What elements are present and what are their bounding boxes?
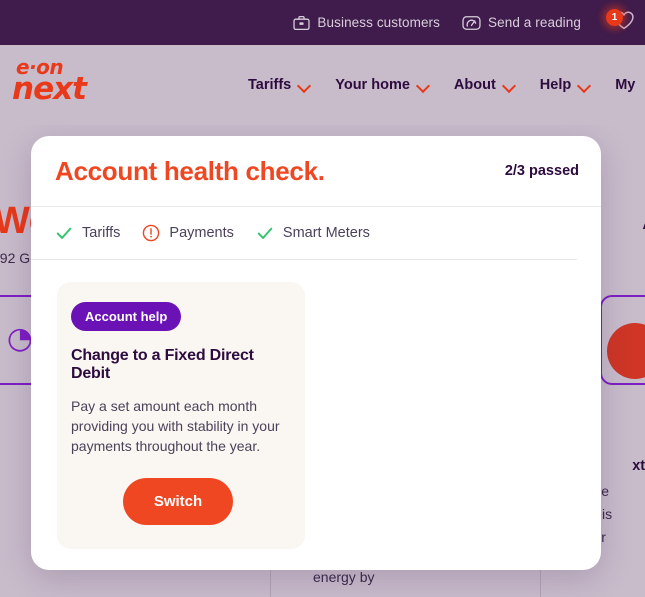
promo-body: Pay a set amount each month providing yo… bbox=[71, 398, 280, 454]
nav-item-your-home-label: Your home bbox=[335, 77, 410, 93]
check-icon bbox=[256, 224, 274, 242]
chevron-down-icon bbox=[417, 81, 430, 89]
send-a-reading-label: Send a reading bbox=[488, 15, 581, 30]
meter-icon: ◔ bbox=[6, 321, 33, 356]
nav-item-my-account-label: My bbox=[615, 77, 636, 93]
speedometer-icon bbox=[462, 15, 481, 31]
account-health-check-modal: Account health check. 2/3 passed Tariffs bbox=[31, 136, 601, 570]
nav-item-help[interactable]: Help bbox=[540, 77, 591, 93]
chevron-down-icon bbox=[578, 81, 591, 89]
modal-header: Account health check. 2/3 passed bbox=[31, 136, 601, 207]
status-summary-row: Tariffs Payments Smart Meters bbox=[31, 207, 577, 260]
promo-category-pill: Account help bbox=[71, 302, 182, 331]
favourites-button[interactable]: 1 bbox=[603, 8, 637, 38]
chevron-down-icon bbox=[503, 81, 516, 89]
nav-item-my-account[interactable]: My bbox=[615, 77, 635, 93]
briefcase-icon bbox=[293, 15, 311, 31]
modal-body: Account help Change to a Fixed Direct De… bbox=[31, 260, 601, 549]
nav-item-help-label: Help bbox=[539, 77, 572, 93]
favourites-badge-count: 1 bbox=[606, 8, 623, 26]
status-item-tariffs[interactable]: Tariffs bbox=[55, 224, 120, 242]
nav-item-about-label: About bbox=[453, 77, 496, 93]
passed-count-label: 2/3 passed bbox=[504, 163, 579, 179]
promo-title: Change to a Fixed Direct Debit bbox=[71, 347, 254, 382]
business-customers-label: Business customers bbox=[317, 15, 441, 30]
status-item-payments-label: Payments bbox=[169, 225, 234, 241]
bottom-cell-2-label: energy by bbox=[313, 569, 375, 585]
eon-next-logo[interactable]: e·on next bbox=[12, 57, 112, 113]
promo-action-row: Switch bbox=[71, 478, 285, 525]
utility-bar: Business customers Send a reading 1 bbox=[0, 0, 645, 45]
status-item-tariffs-label: Tariffs bbox=[82, 225, 121, 241]
switch-button[interactable]: Switch bbox=[122, 478, 234, 525]
main-navigation: Tariffs Your home About Help My bbox=[248, 45, 635, 125]
send-a-reading-link[interactable]: Send a reading bbox=[462, 15, 581, 31]
account-subline: 192 G bbox=[0, 250, 31, 266]
status-item-smart-meters[interactable]: Smart Meters bbox=[256, 224, 370, 242]
nav-item-tariffs[interactable]: Tariffs bbox=[248, 77, 311, 93]
modal-title: Account health check. bbox=[55, 155, 325, 186]
business-customers-link[interactable]: Business customers bbox=[293, 15, 440, 31]
next-payment-title: xt paym bbox=[632, 458, 645, 474]
nav-item-about[interactable]: About bbox=[454, 77, 516, 93]
check-icon bbox=[55, 224, 73, 242]
nav-item-your-home[interactable]: Your home bbox=[335, 77, 430, 93]
nav-item-tariffs-label: Tariffs bbox=[248, 77, 292, 93]
chevron-right-icon[interactable] bbox=[587, 454, 601, 494]
status-item-smart-meters-label: Smart Meters bbox=[282, 225, 370, 241]
status-item-payments[interactable]: Payments bbox=[142, 224, 234, 242]
exclamation-circle-icon bbox=[142, 224, 160, 242]
app-viewport: We 192 G ◔ Ac xt paym paymement iss afte… bbox=[0, 0, 645, 597]
promo-card: Account help Change to a Fixed Direct De… bbox=[57, 282, 305, 549]
logo-line-next: next bbox=[12, 71, 87, 107]
chevron-down-icon bbox=[298, 81, 311, 89]
